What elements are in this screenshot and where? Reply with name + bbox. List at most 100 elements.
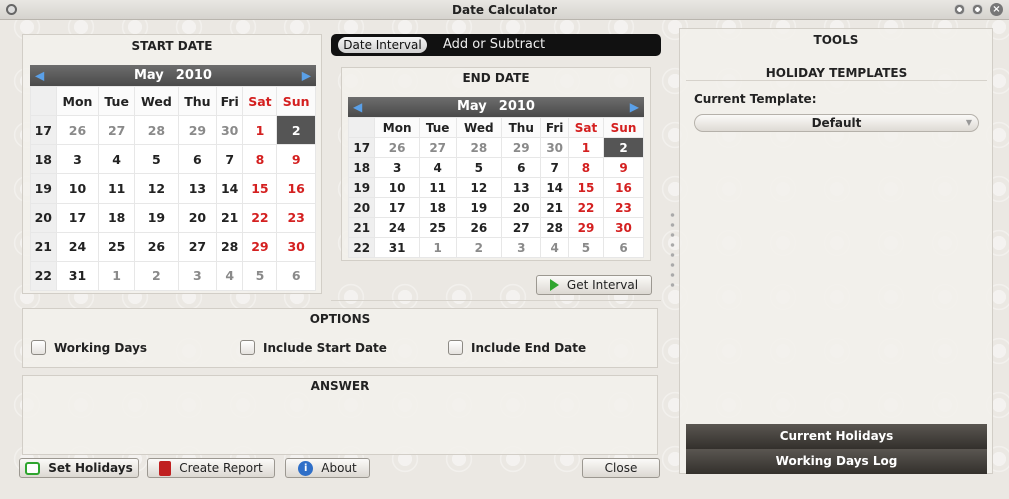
start-day-cell[interactable]: 3: [177, 260, 217, 292]
start-day-cell[interactable]: 28: [215, 231, 244, 262]
end-day-cell[interactable]: 25: [418, 217, 457, 238]
end-day-cell[interactable]: 18: [418, 197, 457, 218]
end-day-cell[interactable]: 10: [374, 177, 420, 198]
create-report-button[interactable]: Create Report: [147, 458, 275, 478]
start-day-cell[interactable]: 26: [55, 115, 100, 146]
pane-resize-handle[interactable]: [670, 210, 675, 290]
end-day-cell[interactable]: 6: [501, 157, 542, 178]
end-day-cell[interactable]: 5: [455, 157, 503, 178]
start-day-cell[interactable]: 18: [98, 202, 135, 233]
end-day-cell[interactable]: 6: [603, 237, 644, 258]
end-day-cell[interactable]: 2: [455, 237, 503, 258]
start-day-cell[interactable]: 16: [276, 173, 316, 204]
end-day-cell[interactable]: 7: [540, 157, 569, 178]
end-day-cell[interactable]: 4: [540, 237, 569, 258]
start-day-cell[interactable]: 14: [215, 173, 244, 204]
start-day-cell[interactable]: 24: [55, 231, 100, 262]
end-day-cell[interactable]: 26: [455, 217, 503, 238]
start-day-cell[interactable]: 21: [215, 202, 244, 233]
start-day-cell[interactable]: 5: [242, 260, 278, 292]
start-day-cell[interactable]: 6: [177, 144, 217, 175]
start-day-cell[interactable]: 12: [133, 173, 179, 204]
get-interval-button[interactable]: Get Interval: [536, 275, 652, 295]
end-day-cell[interactable]: 24: [374, 217, 420, 238]
start-day-cell[interactable]: 13: [177, 173, 217, 204]
end-day-cell[interactable]: 31: [374, 237, 420, 258]
template-select[interactable]: Default ▼: [694, 114, 979, 132]
end-day-cell[interactable]: 5: [567, 237, 605, 258]
working-days-checkbox[interactable]: Working Days: [31, 340, 147, 355]
end-day-cell[interactable]: 23: [603, 197, 644, 218]
close-icon[interactable]: ×: [990, 3, 1003, 16]
start-day-cell[interactable]: 19: [133, 202, 179, 233]
start-day-cell[interactable]: 1: [98, 260, 135, 292]
start-day-cell[interactable]: 31: [55, 260, 100, 292]
end-day-cell[interactable]: 26: [374, 137, 420, 158]
end-day-cell[interactable]: 4: [418, 157, 457, 178]
start-day-cell[interactable]: 10: [55, 173, 100, 204]
end-day-cell[interactable]: 20: [501, 197, 542, 218]
start-day-cell[interactable]: 2: [133, 260, 179, 292]
start-day-cell[interactable]: 4: [98, 144, 135, 175]
start-day-cell[interactable]: 2: [276, 115, 316, 146]
end-day-cell[interactable]: 22: [567, 197, 605, 218]
start-day-cell[interactable]: 25: [98, 231, 135, 262]
end-day-cell[interactable]: 17: [374, 197, 420, 218]
include-end-date-checkbox[interactable]: Include End Date: [448, 340, 586, 355]
end-day-cell[interactable]: 8: [567, 157, 605, 178]
start-day-cell[interactable]: 11: [98, 173, 135, 204]
start-day-cell[interactable]: 6: [276, 260, 316, 292]
tab-add-or-subtract[interactable]: Add or Subtract: [443, 37, 545, 52]
start-day-cell[interactable]: 9: [276, 144, 316, 175]
end-day-cell[interactable]: 30: [603, 217, 644, 238]
end-day-cell[interactable]: 27: [501, 217, 542, 238]
include-end-date-box[interactable]: [448, 340, 463, 355]
end-day-cell[interactable]: 3: [374, 157, 420, 178]
end-day-cell[interactable]: 27: [418, 137, 457, 158]
end-day-cell[interactable]: 13: [501, 177, 542, 198]
current-holidays-button[interactable]: Current Holidays: [686, 424, 987, 449]
start-day-cell[interactable]: 15: [242, 173, 278, 204]
include-start-date-box[interactable]: [240, 340, 255, 355]
start-day-cell[interactable]: 27: [98, 115, 135, 146]
end-day-cell[interactable]: 29: [567, 217, 605, 238]
end-day-cell[interactable]: 16: [603, 177, 644, 198]
start-day-cell[interactable]: 23: [276, 202, 316, 233]
end-next-month-button[interactable]: ▶: [630, 97, 639, 117]
end-day-cell[interactable]: 9: [603, 157, 644, 178]
close-button[interactable]: Close: [582, 458, 660, 478]
start-day-cell[interactable]: 5: [133, 144, 179, 175]
end-day-cell[interactable]: 1: [418, 237, 457, 258]
end-day-cell[interactable]: 12: [455, 177, 503, 198]
end-day-cell[interactable]: 2: [603, 137, 644, 158]
working-days-log-button[interactable]: Working Days Log: [686, 449, 987, 474]
set-holidays-button[interactable]: Set Holidays: [19, 458, 139, 478]
end-day-cell[interactable]: 14: [540, 177, 569, 198]
start-day-cell[interactable]: 30: [215, 115, 244, 146]
working-days-box[interactable]: [31, 340, 46, 355]
start-day-cell[interactable]: 29: [177, 115, 217, 146]
start-day-cell[interactable]: 17: [55, 202, 100, 233]
start-day-cell[interactable]: 29: [242, 231, 278, 262]
start-day-cell[interactable]: 27: [177, 231, 217, 262]
start-day-cell[interactable]: 3: [55, 144, 100, 175]
end-day-cell[interactable]: 29: [501, 137, 542, 158]
about-button[interactable]: i About: [285, 458, 370, 478]
start-day-cell[interactable]: 26: [133, 231, 179, 262]
start-day-cell[interactable]: 7: [215, 144, 244, 175]
app-menu-icon[interactable]: [6, 4, 17, 15]
end-day-cell[interactable]: 19: [455, 197, 503, 218]
start-day-cell[interactable]: 4: [215, 260, 244, 292]
minimize-icon[interactable]: [954, 4, 965, 15]
start-day-cell[interactable]: 22: [242, 202, 278, 233]
end-day-cell[interactable]: 1: [567, 137, 605, 158]
tab-date-interval[interactable]: Date Interval: [338, 37, 427, 53]
end-day-cell[interactable]: 15: [567, 177, 605, 198]
end-day-cell[interactable]: 3: [501, 237, 542, 258]
start-day-cell[interactable]: 28: [133, 115, 179, 146]
end-day-cell[interactable]: 21: [540, 197, 569, 218]
start-next-month-button[interactable]: ▶: [302, 65, 311, 86]
include-start-date-checkbox[interactable]: Include Start Date: [240, 340, 387, 355]
maximize-icon[interactable]: [972, 4, 983, 15]
start-day-cell[interactable]: 20: [177, 202, 217, 233]
